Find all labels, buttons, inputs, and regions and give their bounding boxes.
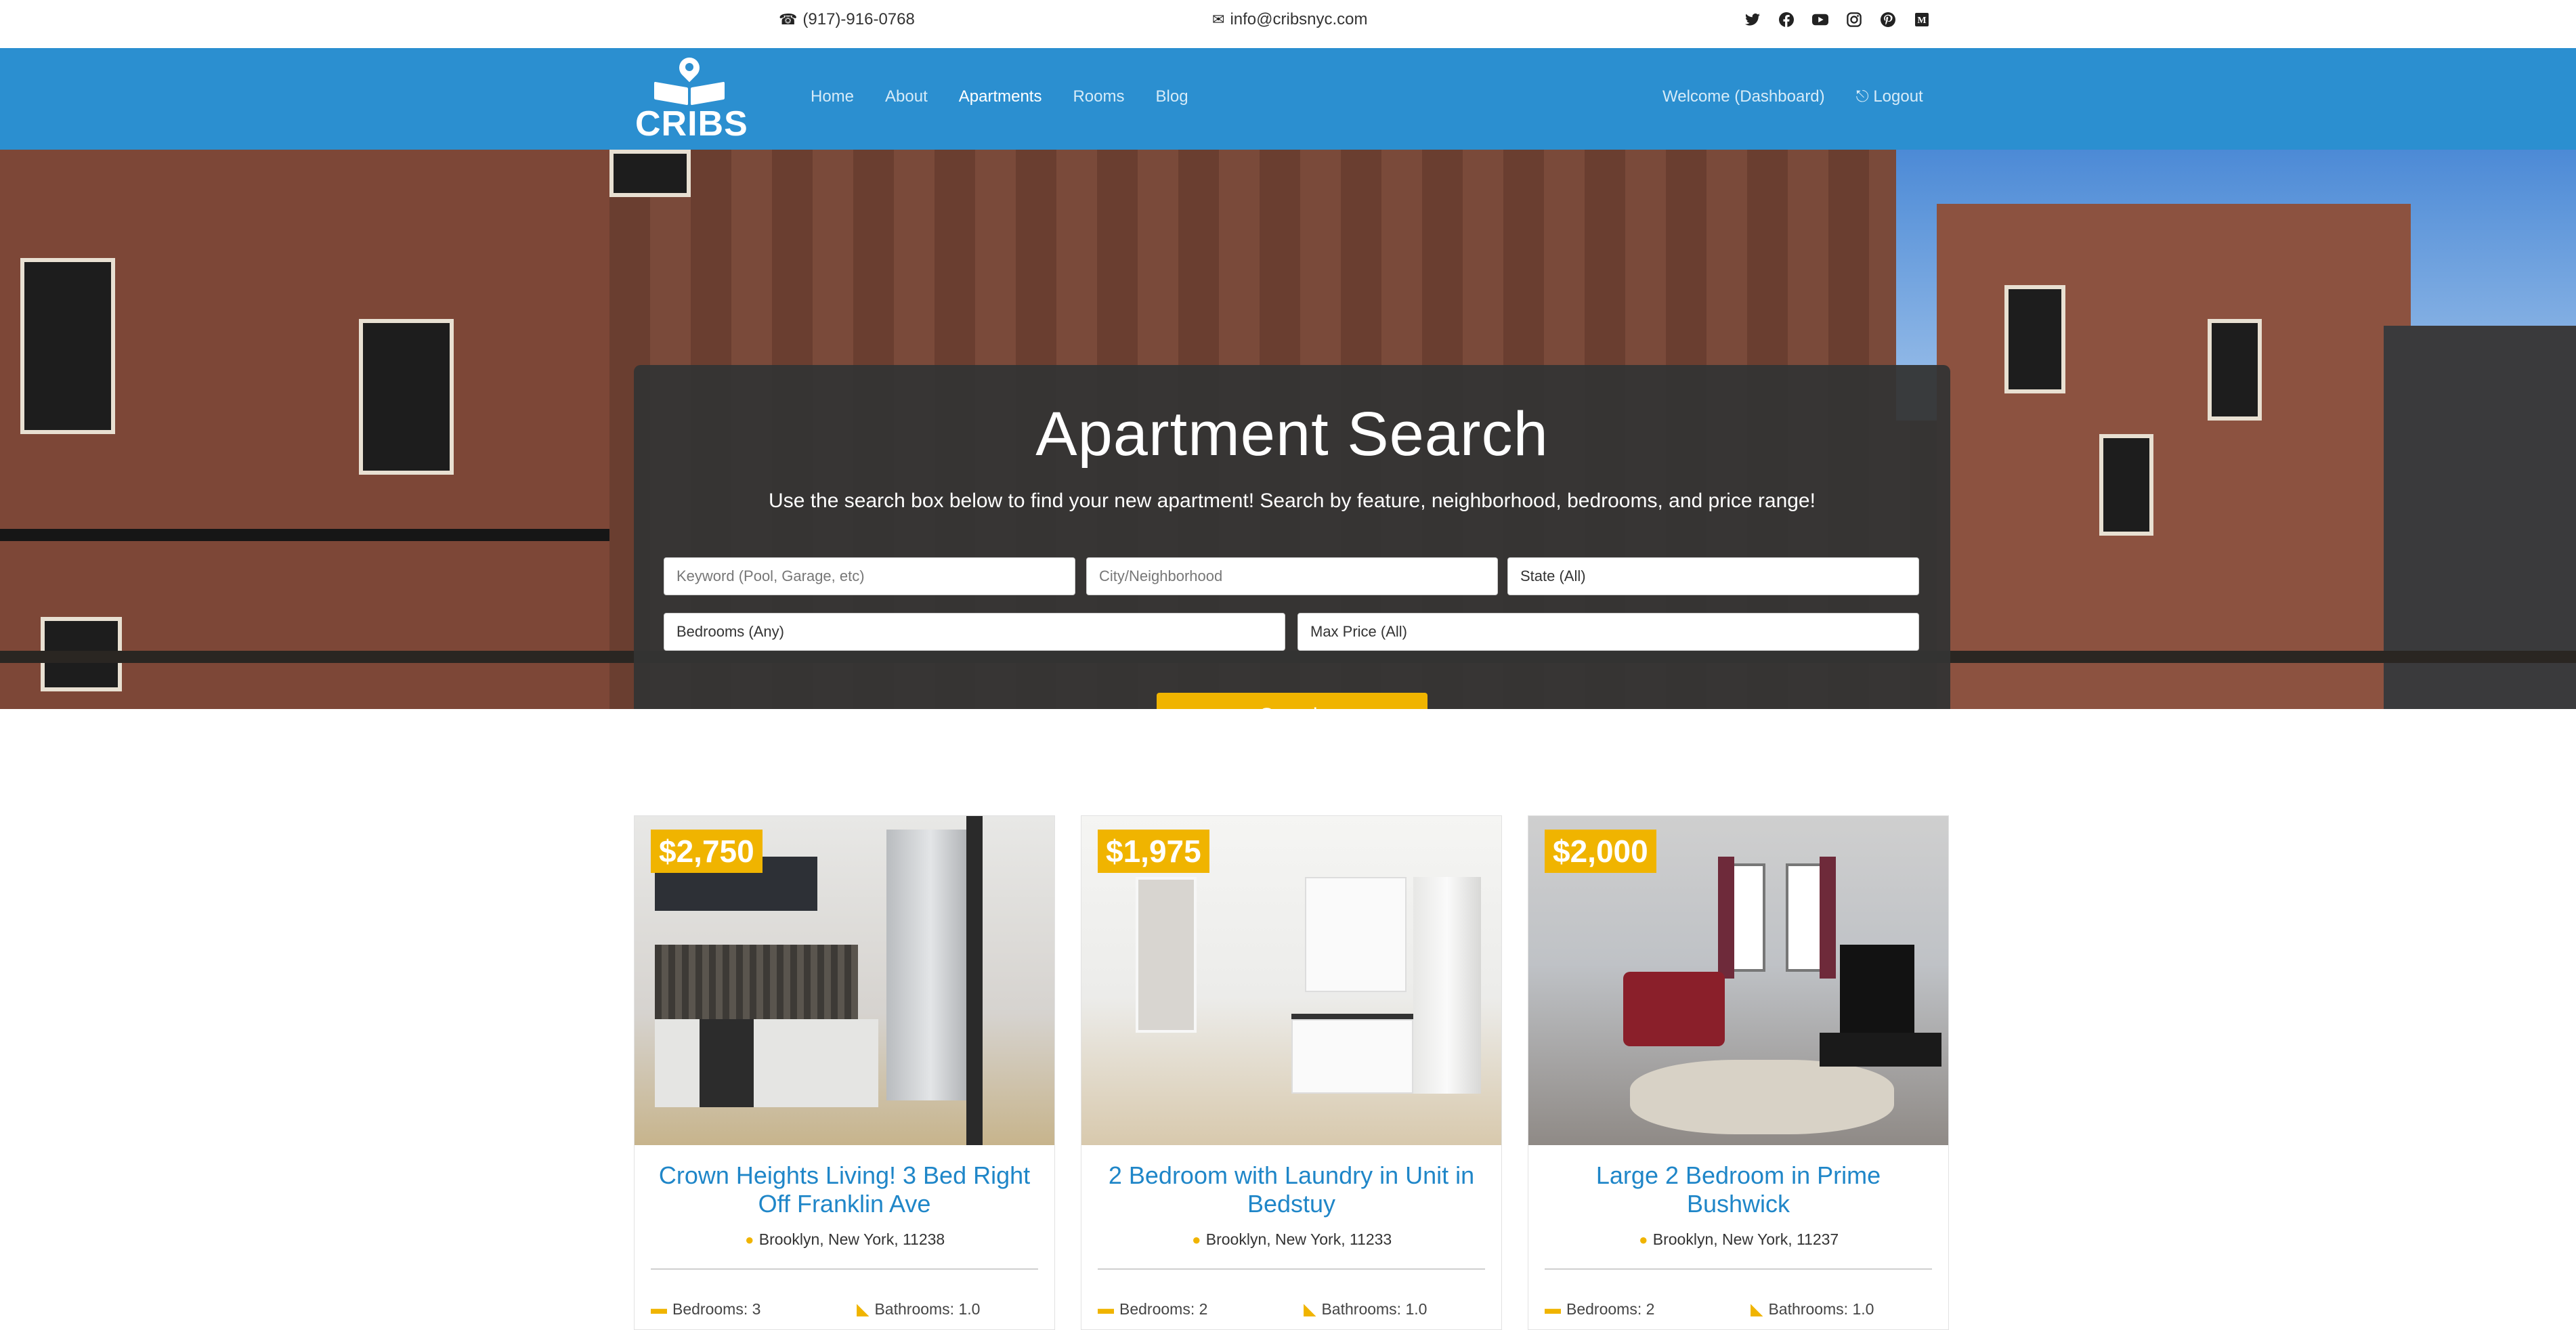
hero-banner: Apartment Search Use the search box belo… [0, 150, 2576, 709]
pinterest-icon[interactable] [1880, 12, 1896, 28]
logo-text: CRIBS [635, 104, 748, 144]
phone-number[interactable]: (917)-916-0768 [802, 10, 914, 29]
bed-icon: ▬ [1098, 1300, 1114, 1318]
search-button[interactable]: Search [1157, 693, 1427, 709]
bedrooms-text: Bedrooms: 2 [1566, 1300, 1655, 1318]
bedrooms-select[interactable]: Bedrooms (Any) [664, 613, 1285, 651]
nav-blog[interactable]: Blog [1156, 87, 1188, 106]
bathrooms-text: Bathrooms: 1.0 [1768, 1300, 1874, 1318]
listing-photo[interactable]: $2,750 [635, 816, 1054, 1145]
map-marker-icon: ● [1639, 1230, 1648, 1248]
medium-icon[interactable]: M [1914, 12, 1930, 28]
listing-photo[interactable]: $1,975 [1081, 816, 1501, 1145]
divider [1545, 1268, 1932, 1270]
bedrooms-stat: ▬ Bedrooms: 2 [1098, 1300, 1207, 1318]
listing-location: ● Brooklyn, New York, 11237 [1528, 1230, 1948, 1249]
dashboard-link[interactable]: Welcome (Dashboard) [1662, 87, 1825, 106]
email-address[interactable]: info@cribsnyc.com [1230, 10, 1367, 29]
keyword-input[interactable]: Keyword (Pool, Garage, etc) [664, 557, 1075, 595]
building-window [359, 319, 454, 475]
listing-title[interactable]: 2 Bedroom with Laundry in Unit in Bedstu… [1095, 1161, 1488, 1218]
contact-bar: ☎ (917)-916-0768 ✉ info@cribsnyc.com M [0, 0, 2576, 48]
bedrooms-text: Bedrooms: 2 [1119, 1300, 1208, 1318]
book-icon [654, 81, 725, 106]
building-window [2099, 434, 2153, 536]
bathrooms-stat: ◣ Bathrooms: 1.0 [1751, 1300, 1874, 1319]
logout-icon: ⎋ [1855, 87, 1869, 106]
bedrooms-text: Bedrooms: 3 [672, 1300, 761, 1318]
logout-link[interactable]: ⎋ Logout [1856, 87, 1923, 106]
bed-icon: ▬ [1545, 1300, 1561, 1318]
price-badge: $2,000 [1545, 830, 1656, 873]
search-title: Apartment Search [1035, 400, 1549, 469]
nav-rooms[interactable]: Rooms [1073, 87, 1124, 106]
social-links: M [1744, 9, 1930, 30]
main-navbar: CRIBS Home About Apartments Rooms Blog W… [0, 48, 2576, 150]
bath-icon: ◣ [857, 1300, 870, 1318]
facebook-icon[interactable] [1778, 12, 1795, 28]
divider [1098, 1268, 1485, 1270]
listing-location: ● Brooklyn, New York, 11238 [635, 1230, 1054, 1249]
location-text: Brooklyn, New York, 11233 [1205, 1230, 1392, 1248]
cribs-logo[interactable]: CRIBS [635, 53, 748, 144]
bathrooms-text: Bathrooms: 1.0 [1321, 1300, 1427, 1318]
bed-icon: ▬ [651, 1300, 667, 1318]
bath-icon: ◣ [1304, 1300, 1316, 1318]
listing-title[interactable]: Large 2 Bedroom in Prime Bushwick [1542, 1161, 1935, 1218]
youtube-icon[interactable] [1812, 12, 1828, 28]
twitter-icon[interactable] [1744, 12, 1761, 28]
bathrooms-stat: ◣ Bathrooms: 1.0 [1304, 1300, 1427, 1319]
price-badge: $1,975 [1098, 830, 1209, 873]
location-text: Brooklyn, New York, 11237 [1652, 1230, 1839, 1248]
user-menu: Welcome (Dashboard) ⎋ Logout [1662, 87, 1923, 106]
listing-card[interactable]: $1,975 2 Bedroom with Laundry in Unit in… [1081, 815, 1502, 1330]
nav-home[interactable]: Home [811, 87, 854, 106]
svg-text:M: M [1917, 16, 1926, 26]
listing-card[interactable]: $2,750 Crown Heights Living! 3 Bed Right… [634, 815, 1055, 1330]
location-text: Brooklyn, New York, 11238 [758, 1230, 945, 1248]
map-marker-icon: ● [745, 1230, 754, 1248]
instagram-icon[interactable] [1846, 12, 1862, 28]
bathrooms-text: Bathrooms: 1.0 [874, 1300, 981, 1318]
logout-label: Logout [1873, 87, 1923, 106]
search-subtitle: Use the search box below to find your ne… [769, 490, 1816, 512]
bedrooms-stat: ▬ Bedrooms: 2 [1545, 1300, 1654, 1318]
building-window [2004, 285, 2065, 393]
divider [651, 1268, 1038, 1270]
map-pin-icon [674, 53, 704, 83]
nav-about[interactable]: About [885, 87, 928, 106]
listing-title[interactable]: Crown Heights Living! 3 Bed Right Off Fr… [648, 1161, 1041, 1218]
apartment-search-panel: Apartment Search Use the search box belo… [634, 365, 1950, 709]
max-price-select[interactable]: Max Price (All) [1297, 613, 1919, 651]
iron-balcony [0, 529, 609, 541]
building-window [609, 150, 691, 197]
bath-icon: ◣ [1751, 1300, 1763, 1318]
nav-links: Home About Apartments Rooms Blog [811, 87, 1188, 106]
price-badge: $2,750 [651, 830, 763, 873]
city-input[interactable]: City/Neighborhood [1086, 557, 1498, 595]
listing-photo[interactable]: $2,000 [1528, 816, 1948, 1145]
phone-contact[interactable]: ☎ (917)-916-0768 [779, 9, 915, 30]
bedrooms-stat: ▬ Bedrooms: 3 [651, 1300, 760, 1318]
envelope-icon: ✉ [1212, 11, 1225, 28]
listing-card[interactable]: $2,000 Large 2 Bedroom in Prime Bushwick… [1528, 815, 1949, 1330]
brick-building-right [1937, 204, 2411, 709]
nav-apartments[interactable]: Apartments [959, 87, 1042, 106]
building-window [2208, 319, 2262, 421]
email-contact[interactable]: ✉ info@cribsnyc.com [1212, 9, 1368, 30]
bathrooms-stat: ◣ Bathrooms: 1.0 [857, 1300, 980, 1319]
building-window [20, 258, 115, 434]
map-marker-icon: ● [1192, 1230, 1201, 1248]
state-select[interactable]: State (All) [1507, 557, 1919, 595]
phone-icon: ☎ [779, 11, 798, 28]
listing-location: ● Brooklyn, New York, 11233 [1081, 1230, 1501, 1249]
